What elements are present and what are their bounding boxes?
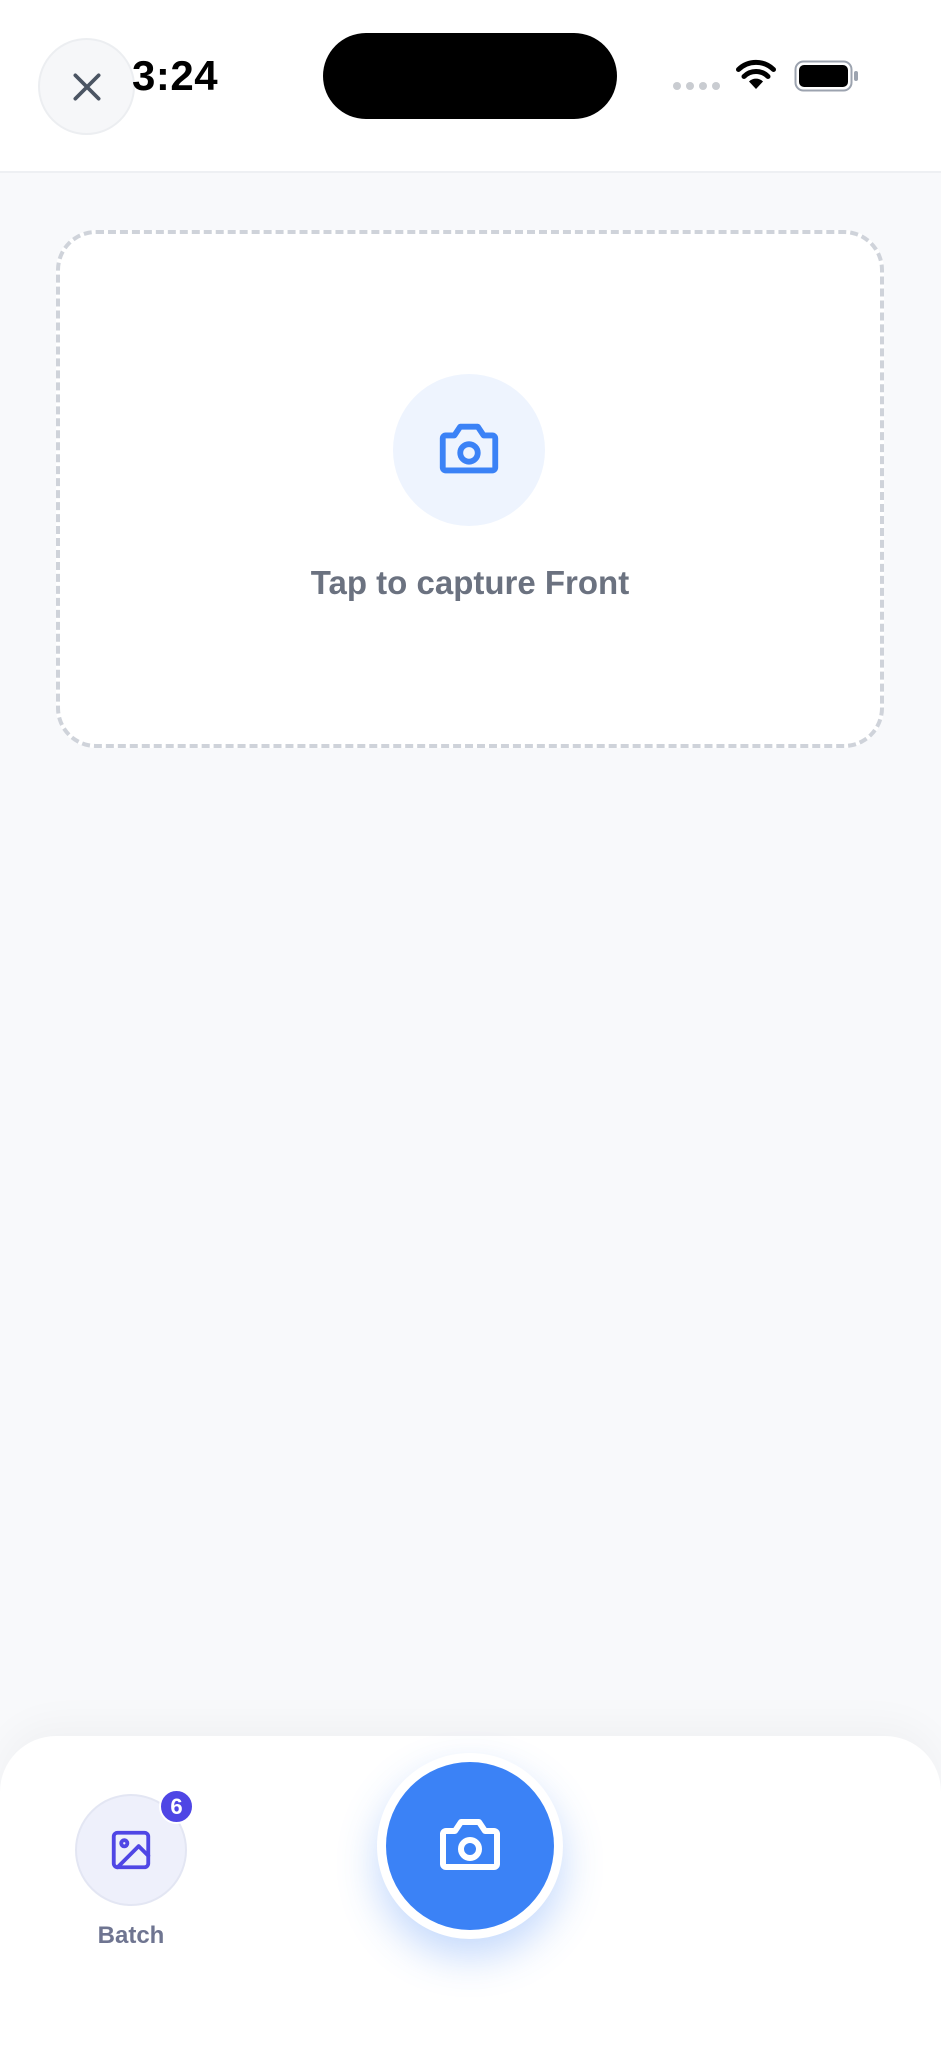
close-icon bbox=[73, 73, 100, 100]
close-button[interactable] bbox=[38, 38, 135, 135]
status-time: 3:24 bbox=[132, 52, 219, 99]
capture-front-area[interactable]: Tap to capture Front bbox=[56, 230, 884, 748]
capture-screen: 3:24 Tap to capture Front 6 Batch bbox=[0, 0, 941, 2048]
capture-label: Tap to capture Front bbox=[310, 564, 630, 601]
header: 3:24 bbox=[0, 0, 941, 173]
cellular-signal-icon bbox=[673, 82, 720, 90]
batch-count-badge: 6 bbox=[159, 1789, 194, 1824]
shutter-button[interactable] bbox=[386, 1762, 554, 1930]
batch-label: Batch bbox=[97, 1922, 165, 1949]
camera-icon bbox=[440, 1819, 500, 1870]
dynamic-island bbox=[323, 33, 617, 119]
camera-icon bbox=[439, 423, 499, 474]
battery-icon bbox=[794, 60, 858, 92]
wifi-icon bbox=[736, 59, 776, 89]
capture-icon-circle bbox=[393, 374, 545, 526]
image-icon bbox=[111, 1830, 151, 1870]
